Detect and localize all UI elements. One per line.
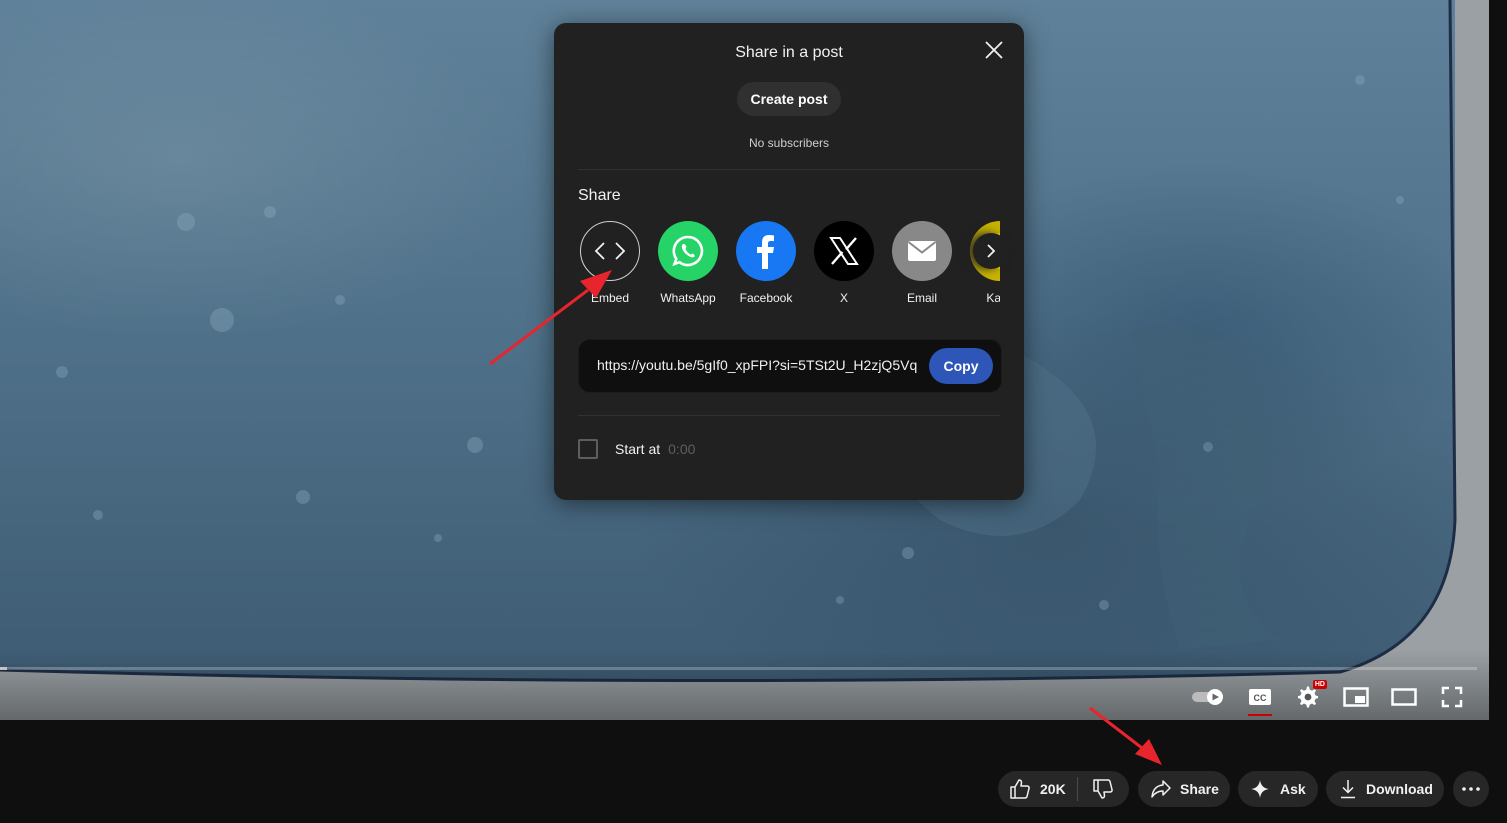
settings-icon[interactable]: HD (1295, 680, 1327, 710)
fullscreen-icon[interactable] (1439, 684, 1465, 710)
divider (578, 169, 1000, 170)
share-label-email: Email (906, 291, 937, 305)
download-button-content: Download (1326, 771, 1433, 807)
share-button-label: Share (1180, 781, 1219, 797)
share-targets-row: Embed WhatsApp Facebook X Email Ka (578, 221, 1000, 311)
share-embed[interactable]: Embed (578, 221, 642, 305)
sparkle-icon (1251, 780, 1269, 798)
start-at-checkbox[interactable] (578, 439, 598, 459)
share-facebook[interactable]: Facebook (734, 221, 798, 305)
share-label-embed: Embed (590, 291, 630, 305)
start-at-row: Start at 0:00 (578, 439, 695, 459)
share-arrow-icon (1151, 780, 1171, 798)
share-link-field[interactable]: https://youtu.be/5gIf0_xpFPI?si=5TSt2U_H… (578, 339, 1002, 393)
subscribers-note: No subscribers (748, 136, 830, 150)
start-at-label: Start at (615, 441, 661, 457)
chevron-right-icon (987, 244, 996, 258)
dialog-title: Share in a post (735, 44, 843, 61)
like-button[interactable]: 20K (998, 771, 1073, 807)
miniplayer-icon[interactable] (1343, 684, 1369, 710)
share-email[interactable]: Email (890, 221, 954, 305)
share-label-x: X (839, 291, 848, 305)
download-button-label: Download (1366, 781, 1433, 797)
captions-active-indicator (1248, 714, 1272, 716)
close-button[interactable] (984, 40, 1004, 60)
share-next-button[interactable] (973, 233, 1009, 269)
divider (578, 415, 1000, 416)
share-link-text[interactable]: https://youtu.be/5gIf0_xpFPI?si=5TSt2U_H… (597, 357, 917, 373)
thumbs-down-icon (1093, 779, 1113, 799)
share-whatsapp[interactable]: WhatsApp (656, 221, 720, 305)
progress-played (0, 667, 8, 670)
create-post-button[interactable]: Create post (737, 82, 841, 116)
hd-badge: HD (1312, 680, 1327, 689)
more-actions-button[interactable] (1453, 771, 1489, 807)
close-icon (985, 41, 1003, 59)
ask-button-content: Ask (1238, 771, 1306, 807)
share-heading: Share (578, 187, 621, 204)
copy-button[interactable]: Copy (929, 348, 993, 384)
svg-text:CC: CC (1254, 693, 1267, 703)
share-x[interactable]: X (812, 221, 876, 305)
like-dislike-group: 20K (998, 771, 1129, 807)
share-dialog: Share in a post Create post No subscribe… (554, 23, 1024, 500)
x-icon (814, 221, 874, 281)
embed-icon (580, 221, 640, 281)
email-icon (892, 221, 952, 281)
share-label-kakaotalk: Kaka (986, 291, 1000, 305)
progress-bar[interactable] (0, 667, 1477, 670)
captions-icon[interactable]: CC (1247, 684, 1273, 716)
theater-mode-icon[interactable] (1391, 684, 1417, 710)
download-icon (1341, 780, 1355, 799)
more-horizontal-icon (1462, 787, 1480, 791)
dislike-button[interactable] (1078, 771, 1114, 807)
ask-button[interactable]: Ask (1238, 771, 1318, 807)
facebook-icon (736, 221, 796, 281)
like-count: 20K (1040, 781, 1066, 797)
share-label-facebook: Facebook (739, 291, 793, 305)
whatsapp-icon (658, 221, 718, 281)
share-button-content: Share (1138, 771, 1219, 807)
share-button[interactable]: Share (1138, 771, 1230, 807)
autoplay-toggle-icon[interactable] (1191, 684, 1225, 710)
start-at-time-input[interactable]: 0:00 (668, 441, 695, 457)
share-label-whatsapp: WhatsApp (660, 291, 716, 305)
thumbs-up-icon (1010, 779, 1030, 799)
download-button[interactable]: Download (1326, 771, 1444, 807)
player-controls: CC HD (1191, 680, 1465, 716)
ask-button-label: Ask (1280, 781, 1306, 797)
